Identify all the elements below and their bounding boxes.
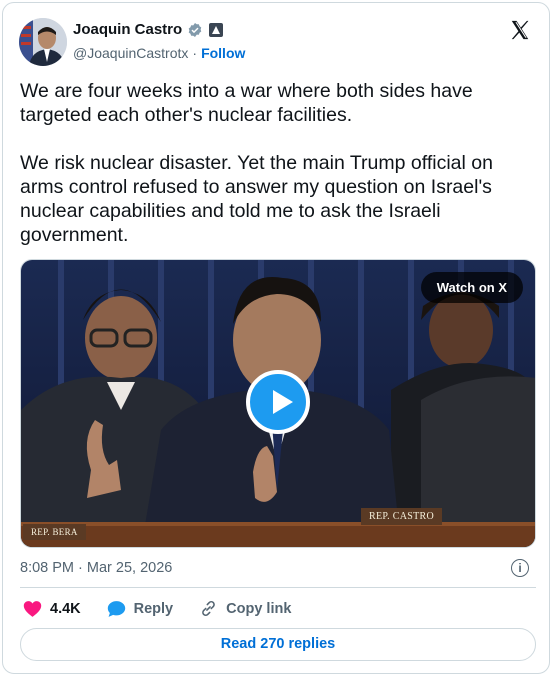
reply-bubble-icon bbox=[107, 600, 125, 617]
author-handle[interactable]: @JoaquinCastrotx bbox=[73, 45, 188, 61]
link-icon bbox=[202, 600, 215, 617]
tweet-paragraph: We are four weeks into a war where both … bbox=[20, 80, 473, 126]
follow-button[interactable]: Follow bbox=[201, 45, 245, 61]
like-count: 4.4K bbox=[50, 600, 81, 617]
author-name-row: Joaquin Castro bbox=[73, 21, 224, 38]
author-handle-row: @JoaquinCastrotx · Follow bbox=[73, 45, 245, 61]
tweet-paragraph: We risk nuclear disaster. Yet the main T… bbox=[20, 152, 493, 246]
tweet-timestamp[interactable]: 8:08 PM · Mar 25, 2026 bbox=[20, 560, 172, 576]
watch-on-x-button[interactable]: Watch on X bbox=[420, 272, 523, 303]
read-replies-button[interactable]: Read 270 replies bbox=[20, 628, 536, 661]
play-button-icon[interactable] bbox=[246, 370, 310, 434]
heart-icon bbox=[23, 600, 42, 617]
reply-button[interactable]: Reply bbox=[107, 599, 174, 618]
verified-badge-icon bbox=[188, 22, 202, 37]
like-button[interactable]: 4.4K bbox=[23, 599, 81, 618]
handle-separator: · bbox=[192, 45, 198, 61]
government-label-icon bbox=[209, 22, 224, 37]
avatar-image bbox=[19, 18, 67, 66]
action-bar: 4.4K Reply Copy link bbox=[23, 599, 291, 618]
divider bbox=[20, 587, 536, 588]
video-player[interactable]: REP. BERA REP. CASTRO Watch on X bbox=[20, 259, 536, 548]
author-name[interactable]: Joaquin Castro bbox=[73, 21, 182, 38]
copy-link-label: Copy link bbox=[226, 600, 292, 617]
x-logo-icon[interactable] bbox=[509, 19, 531, 41]
avatar[interactable] bbox=[19, 18, 67, 66]
info-icon[interactable]: i bbox=[511, 559, 529, 577]
copy-link-button[interactable]: Copy link bbox=[199, 599, 291, 618]
nameplate-bera: REP. BERA bbox=[23, 524, 86, 540]
tweet-text: We are four weeks into a war where both … bbox=[20, 79, 535, 271]
tweet-card: Joaquin Castro @JoaquinCastrotx · Follow… bbox=[2, 2, 550, 674]
nameplate-castro: REP. CASTRO bbox=[361, 508, 442, 525]
reply-label: Reply bbox=[133, 600, 174, 617]
